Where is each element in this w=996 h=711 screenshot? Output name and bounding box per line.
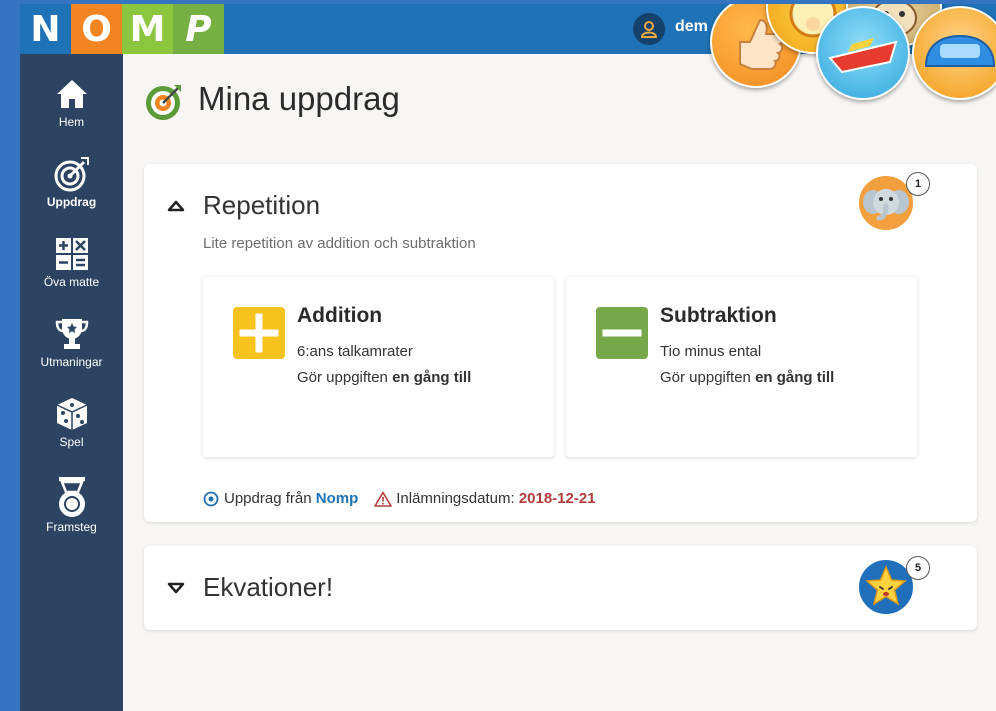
task-title: Subtraktion	[660, 304, 777, 327]
user-name[interactable]: dem	[675, 18, 708, 36]
mission-footer: Uppdrag från Nomp Inlämningsdatum: 2018-…	[203, 490, 596, 507]
task-card-subtraktion[interactable]: Subtraktion Tio minus ental Gör uppgifte…	[566, 277, 917, 457]
task-subtitle: 6:ans talkamrater	[297, 343, 413, 360]
app-window: N O M P dem Hem Uppdrag Öva matte Utmani…	[20, 4, 996, 711]
sidebar-item-label: Uppdrag	[46, 195, 97, 209]
mission-title[interactable]: Ekvationer!	[203, 572, 333, 603]
sidebar-item-ova-matte[interactable]: Öva matte	[20, 214, 123, 294]
due-date-value: 2018-12-21	[518, 490, 596, 507]
logo-letter-o[interactable]: O	[71, 4, 122, 54]
trophy-icon	[55, 319, 88, 349]
plus-icon	[239, 313, 279, 353]
expand-chevron-icon[interactable]	[167, 581, 185, 595]
sidebar-item-uppdrag[interactable]: Uppdrag	[20, 134, 123, 214]
mission-from-label: Uppdrag från	[224, 490, 312, 507]
sidebar: Hem Uppdrag Öva matte Utmaningar Spel Fr…	[20, 54, 123, 711]
boat-sticker	[816, 6, 910, 100]
target-icon	[146, 85, 181, 120]
mission-from-link[interactable]: Nomp	[316, 490, 359, 507]
user-avatar[interactable]	[633, 13, 665, 45]
mission-card-ekvationer: Ekvationer! 5	[144, 546, 977, 630]
mission-description: Lite repetition av addition och subtrakt…	[203, 235, 476, 252]
target-icon	[54, 157, 89, 192]
sidebar-item-label: Utmaningar	[40, 355, 103, 369]
logo-letter-p[interactable]: P	[173, 4, 224, 54]
warning-icon	[374, 491, 393, 507]
home-icon	[56, 80, 87, 108]
sidebar-item-framsteg[interactable]: Framsteg	[20, 454, 123, 534]
logo-letter-m[interactable]: M	[122, 4, 173, 54]
badge-count: 5	[906, 556, 930, 580]
collapse-chevron-icon[interactable]	[167, 199, 185, 213]
subtraction-icon-box	[596, 307, 648, 359]
dice-icon	[56, 398, 87, 430]
star-badge: 5	[857, 556, 930, 616]
car-sticker	[912, 6, 996, 100]
sidebar-item-utmaningar[interactable]: Utmaningar	[20, 294, 123, 374]
addition-icon-box	[233, 307, 285, 359]
sidebar-item-spel[interactable]: Spel	[20, 374, 123, 454]
badge-count: 1	[906, 172, 930, 196]
logo-letter-n[interactable]: N	[20, 4, 71, 54]
due-date-label: Inlämningsdatum:	[396, 490, 515, 507]
sidebar-item-label: Framsteg	[46, 520, 97, 534]
boat-icon	[828, 38, 898, 74]
dot-circle-icon	[203, 491, 219, 506]
car-icon	[924, 34, 996, 67]
user-icon	[640, 21, 658, 38]
sidebar-item-label: Hem	[58, 115, 85, 129]
task-retry-text: Gör uppgiften en gång till	[297, 369, 472, 386]
mission-card-repetition: Repetition Lite repetition av addition o…	[144, 164, 977, 522]
elephant-badge: 1	[857, 172, 930, 232]
minus-icon	[602, 329, 642, 337]
calculator-icon	[55, 238, 88, 270]
sidebar-item-label: Spel	[59, 435, 84, 449]
task-title: Addition	[297, 304, 383, 327]
task-card-addition[interactable]: Addition 6:ans talkamrater Gör uppgiften…	[203, 277, 554, 457]
medal-icon	[58, 477, 85, 517]
task-retry-text: Gör uppgiften en gång till	[660, 369, 835, 386]
task-subtitle: Tio minus ental	[660, 343, 762, 360]
mission-title[interactable]: Repetition	[203, 190, 320, 221]
page-title: Mina uppdrag	[198, 80, 400, 117]
sidebar-item-hem[interactable]: Hem	[20, 54, 123, 134]
sidebar-item-label: Öva matte	[43, 275, 100, 289]
